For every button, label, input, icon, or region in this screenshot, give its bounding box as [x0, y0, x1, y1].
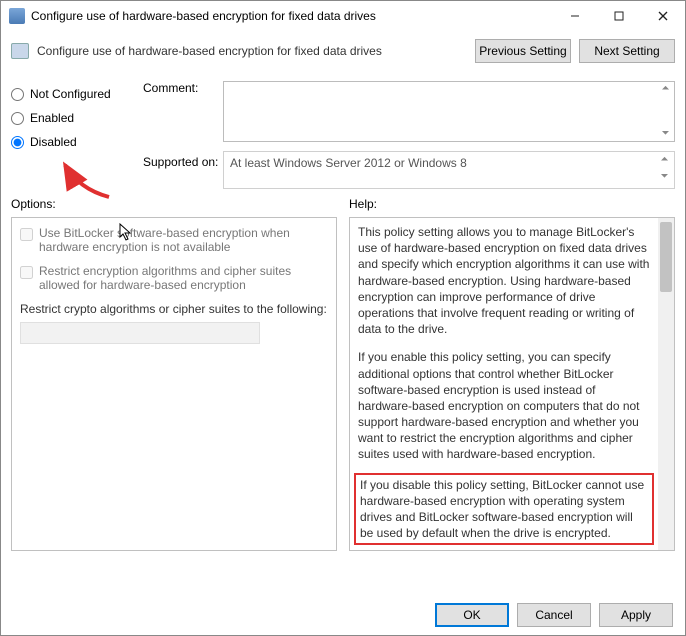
- previous-setting-button[interactable]: Previous Setting: [475, 39, 571, 63]
- checkbox-label: Restrict encryption algorithms and ciphe…: [39, 264, 328, 292]
- radio-not-configured[interactable]: Not Configured: [11, 87, 143, 101]
- next-setting-button[interactable]: Next Setting: [579, 39, 675, 63]
- scrollbar-thumb[interactable]: [660, 222, 672, 292]
- help-scrollbar[interactable]: [658, 218, 674, 550]
- cancel-button[interactable]: Cancel: [517, 603, 591, 627]
- highlight-box: If you disable this policy setting, BitL…: [354, 473, 654, 546]
- policy-icon: [11, 43, 29, 59]
- restrict-label: Restrict crypto algorithms or cipher sui…: [20, 302, 328, 316]
- radio-label: Disabled: [30, 135, 77, 149]
- help-text: This policy setting allows you to manage…: [350, 218, 658, 550]
- app-icon: [9, 8, 25, 24]
- radio-label: Not Configured: [30, 87, 111, 101]
- checkbox-label: Use BitLocker software-based encryption …: [39, 226, 328, 254]
- supported-on-field: At least Windows Server 2012 or Windows …: [223, 151, 675, 189]
- footer-buttons: OK Cancel Apply: [435, 603, 673, 627]
- close-button[interactable]: [641, 2, 685, 30]
- radio-enabled[interactable]: Enabled: [11, 111, 143, 125]
- checkbox-software-fallback-input: [20, 228, 33, 241]
- options-panel: Use BitLocker software-based encryption …: [11, 217, 337, 551]
- radio-disabled-input[interactable]: [11, 136, 24, 149]
- checkbox-restrict-algorithms-input: [20, 266, 33, 279]
- radio-label: Enabled: [30, 111, 74, 125]
- supported-value: At least Windows Server 2012 or Windows …: [230, 156, 467, 170]
- comment-textarea[interactable]: [223, 81, 675, 142]
- scroll-down-icon[interactable]: ⏷: [657, 171, 672, 186]
- scroll-up-icon[interactable]: ⏶: [658, 83, 673, 98]
- comment-label: Comment:: [143, 81, 223, 145]
- supported-label: Supported on:: [143, 151, 223, 189]
- help-paragraph: This policy setting allows you to manage…: [358, 224, 650, 337]
- restrict-input: [20, 322, 260, 344]
- checkbox-restrict-algorithms: Restrict encryption algorithms and ciphe…: [20, 264, 328, 292]
- minimize-button[interactable]: [553, 2, 597, 30]
- ok-button[interactable]: OK: [435, 603, 509, 627]
- apply-button[interactable]: Apply: [599, 603, 673, 627]
- state-radio-group: Not Configured Enabled Disabled: [11, 81, 143, 189]
- titlebar: Configure use of hardware-based encrypti…: [1, 1, 685, 31]
- help-paragraph: If you enable this policy setting, you c…: [358, 349, 650, 462]
- radio-not-configured-input[interactable]: [11, 88, 24, 101]
- help-panel: This policy setting allows you to manage…: [349, 217, 675, 551]
- help-paragraph-highlighted: If you disable this policy setting, BitL…: [360, 477, 648, 542]
- radio-enabled-input[interactable]: [11, 112, 24, 125]
- checkbox-software-fallback: Use BitLocker software-based encryption …: [20, 226, 328, 254]
- radio-disabled[interactable]: Disabled: [11, 135, 143, 149]
- header: Configure use of hardware-based encrypti…: [1, 31, 685, 77]
- scroll-up-icon[interactable]: ⏶: [657, 154, 672, 169]
- header-title: Configure use of hardware-based encrypti…: [37, 44, 467, 58]
- scroll-down-icon[interactable]: ⏷: [658, 128, 673, 143]
- help-label: Help:: [349, 197, 675, 211]
- options-label: Options:: [11, 197, 337, 211]
- maximize-button[interactable]: [597, 2, 641, 30]
- window-title: Configure use of hardware-based encrypti…: [31, 9, 553, 23]
